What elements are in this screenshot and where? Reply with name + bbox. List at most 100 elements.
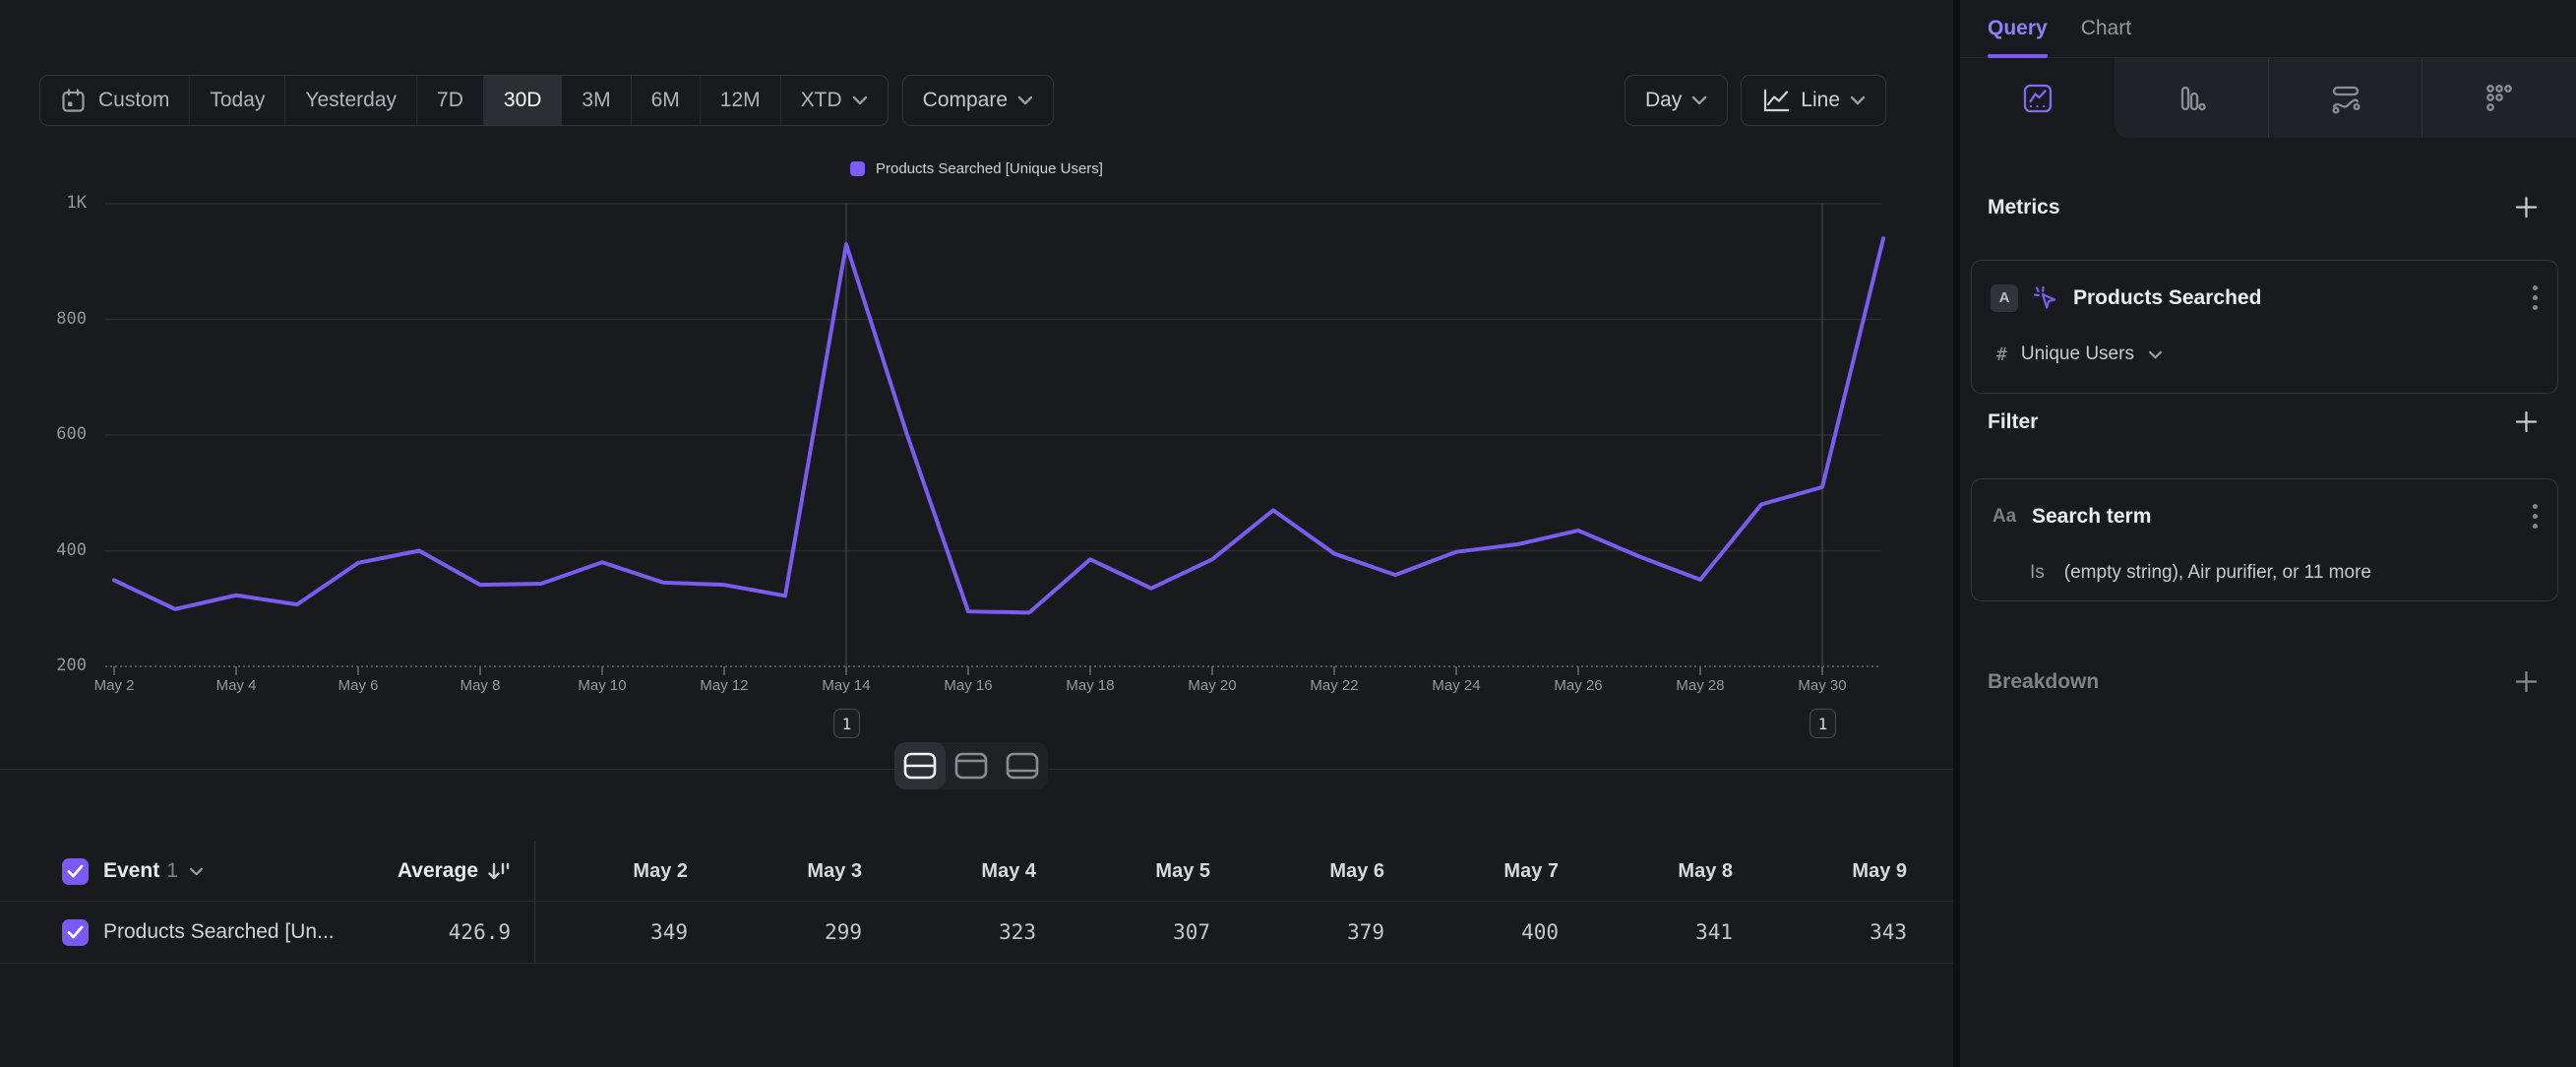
chart-type-dropdown[interactable]: Line: [1741, 75, 1886, 126]
x-axis-tick-label: May 8: [460, 677, 501, 694]
metric-card[interactable]: A Products Searched # Unique Users: [1971, 260, 2558, 394]
chevron-down-icon: [1691, 95, 1707, 105]
filter-operator[interactable]: Is: [2030, 562, 2045, 584]
row-average-value: 426.9: [449, 920, 511, 944]
tab-query[interactable]: Query: [1988, 0, 2048, 57]
sort-descending-icon[interactable]: [486, 859, 511, 884]
chevron-down-icon[interactable]: [189, 867, 204, 876]
day-value-cell: 299: [688, 920, 862, 944]
x-axis-tick-label: May 20: [1188, 677, 1236, 694]
tab-chart[interactable]: Chart: [2081, 0, 2131, 57]
table-header-row: Event 1 Average May 2May 3May 4May 5May …: [0, 842, 1953, 902]
layout-table-only-button[interactable]: [997, 742, 1048, 789]
filter-value[interactable]: (empty string), Air purifier, or 11 more: [2064, 562, 2371, 584]
tab-query-label: Query: [1988, 17, 2048, 40]
add-metric-button[interactable]: [2514, 195, 2539, 220]
x-axis-tick-label: May 28: [1676, 677, 1724, 694]
viz-tab-insights[interactable]: [1960, 58, 2115, 138]
chart-legend[interactable]: Products Searched [Unique Users]: [0, 160, 1953, 177]
event-column-header[interactable]: Event: [103, 859, 159, 883]
range-xtd[interactable]: XTD: [781, 76, 888, 125]
aggregation-prefix: #: [1996, 345, 2007, 365]
query-sidebar: Query Chart: [1960, 0, 2576, 1067]
filter-property-name: Search term: [2032, 505, 2515, 529]
compare-button[interactable]: Compare: [902, 75, 1054, 126]
date-range-selector: CustomTodayYesterday7D30D3M6M12MXTD: [39, 75, 889, 126]
aggregation-dropdown[interactable]: Unique Users: [2021, 344, 2134, 365]
add-breakdown-button[interactable]: [2514, 669, 2539, 694]
range-today[interactable]: Today: [190, 76, 285, 125]
layout-bottom-bar-icon: [1006, 752, 1039, 780]
range-yesterday[interactable]: Yesterday: [285, 76, 417, 125]
viz-tab-flows[interactable]: [2268, 58, 2423, 138]
viz-tab-retention[interactable]: [2422, 58, 2576, 138]
day-column-header[interactable]: May 2: [535, 860, 688, 883]
row-event-name[interactable]: Products Searched [Un...: [103, 920, 335, 944]
layout-chart-only-button[interactable]: [946, 742, 997, 789]
filter-card[interactable]: Aa Search term Is (empty string), Air pu…: [1971, 478, 2558, 601]
results-table: Event 1 Average May 2May 3May 4May 5May …: [0, 842, 1953, 964]
day-column-header[interactable]: May 6: [1210, 860, 1384, 883]
check-icon: [67, 864, 84, 878]
y-axis-tick-label: 1K: [0, 193, 87, 213]
metrics-section-header: Metrics: [1988, 195, 2539, 220]
plus-icon: [2514, 195, 2539, 220]
x-axis-tick-label: May 6: [338, 677, 379, 694]
series-line[interactable]: [114, 238, 1883, 612]
granularity-dropdown[interactable]: Day: [1625, 75, 1728, 126]
annotation-badge[interactable]: 1: [1809, 709, 1836, 738]
bar-chart-icon: [2176, 83, 2207, 114]
day-column-header[interactable]: May 4: [862, 860, 1036, 883]
plus-icon: [2514, 669, 2539, 694]
select-all-checkbox[interactable]: [62, 858, 89, 885]
day-column-headers: May 2May 3May 4May 5May 6May 7May 8May 9: [534, 842, 1953, 901]
retention-dots-icon: [2484, 83, 2515, 114]
layout-split-button[interactable]: [894, 742, 946, 789]
x-axis-tick-label: May 26: [1554, 677, 1602, 694]
range-custom[interactable]: Custom: [40, 76, 190, 125]
range-30d[interactable]: 30D: [484, 76, 563, 125]
filter-section-header: Filter: [1988, 409, 2539, 434]
range-7d[interactable]: 7D: [417, 76, 484, 125]
layout-top-bar-icon: [954, 752, 988, 780]
add-filter-button[interactable]: [2514, 409, 2539, 434]
day-value-cell: 379: [1210, 920, 1384, 944]
day-column-header[interactable]: May 9: [1733, 860, 1907, 883]
chevron-down-icon: [1850, 95, 1866, 105]
chart-area: Products Searched [Unique Users] 1K80060…: [0, 138, 1953, 770]
x-axis-tick-label: May 30: [1798, 677, 1846, 694]
tab-chart-label: Chart: [2081, 17, 2131, 40]
day-column-header[interactable]: May 8: [1559, 860, 1733, 883]
filter-kebab-menu[interactable]: [2529, 500, 2542, 533]
viz-tab-bar[interactable]: [2115, 58, 2268, 138]
y-axis-tick-label: 400: [0, 540, 87, 560]
chevron-down-icon: [1017, 95, 1033, 105]
chevron-down-icon[interactable]: [2148, 350, 2163, 359]
range-12m[interactable]: 12M: [701, 76, 781, 125]
sidebar-tabs: Query Chart: [1960, 0, 2576, 58]
report-toolbar: CustomTodayYesterday7D30D3M6M12MXTD Comp…: [39, 75, 1886, 126]
event-count: 1: [166, 859, 178, 883]
panel-divider[interactable]: [1953, 0, 1960, 1067]
range-6m[interactable]: 6M: [632, 76, 701, 125]
average-column-header[interactable]: Average: [398, 859, 478, 883]
metrics-title: Metrics: [1988, 196, 2060, 220]
day-value-cell: 349: [535, 920, 688, 944]
row-checkbox[interactable]: [62, 919, 89, 946]
x-axis-tick-label: May 22: [1310, 677, 1358, 694]
day-value-cell: 307: [1036, 920, 1210, 944]
day-values: 349299323307379400341343: [534, 902, 1953, 963]
day-column-header[interactable]: May 5: [1036, 860, 1210, 883]
x-axis-tick-label: May 14: [822, 677, 870, 694]
line-chart[interactable]: [0, 138, 1953, 770]
metric-letter-badge: A: [1991, 284, 2018, 312]
x-axis-tick-label: May 24: [1432, 677, 1480, 694]
day-value-cell: 341: [1559, 920, 1733, 944]
day-column-header[interactable]: May 7: [1384, 860, 1559, 883]
day-value-cell: 323: [862, 920, 1036, 944]
annotation-badge[interactable]: 1: [833, 709, 860, 738]
metric-kebab-menu[interactable]: [2529, 282, 2542, 314]
x-axis-tick-label: May 18: [1066, 677, 1114, 694]
day-column-header[interactable]: May 3: [688, 860, 862, 883]
range-3m[interactable]: 3M: [562, 76, 631, 125]
